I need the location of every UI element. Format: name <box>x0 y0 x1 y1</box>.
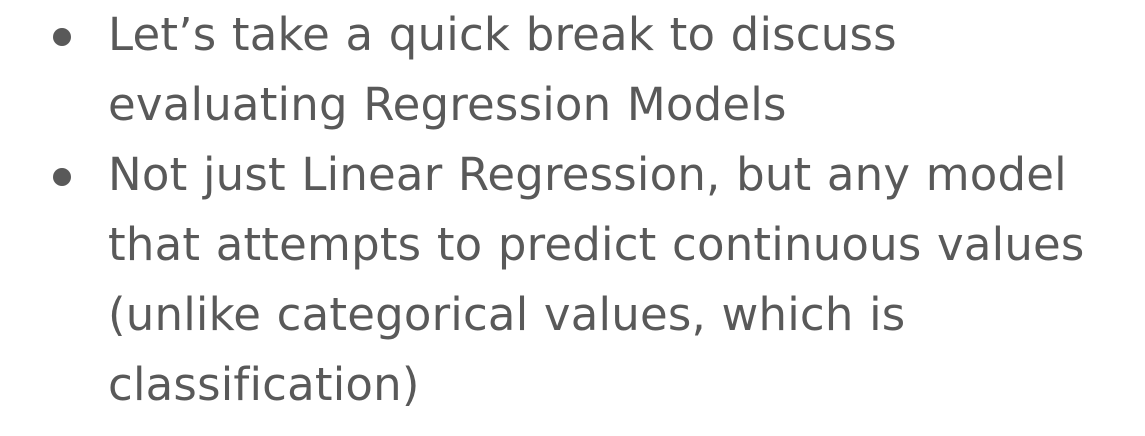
bullet-dot-icon <box>53 168 71 186</box>
bullet-text: Let’s take a quick break to discuss eval… <box>108 8 897 131</box>
bullet-text: Not just Linear Regression, but any mode… <box>108 148 1085 411</box>
slide-body: Let’s take a quick break to discuss eval… <box>0 0 1145 436</box>
bullet-dot-icon <box>53 28 71 46</box>
bullet-item: Not just Linear Regression, but any mode… <box>50 140 1130 420</box>
bullet-list: Let’s take a quick break to discuss eval… <box>50 0 1130 420</box>
bullet-item: Let’s take a quick break to discuss eval… <box>50 0 1130 140</box>
